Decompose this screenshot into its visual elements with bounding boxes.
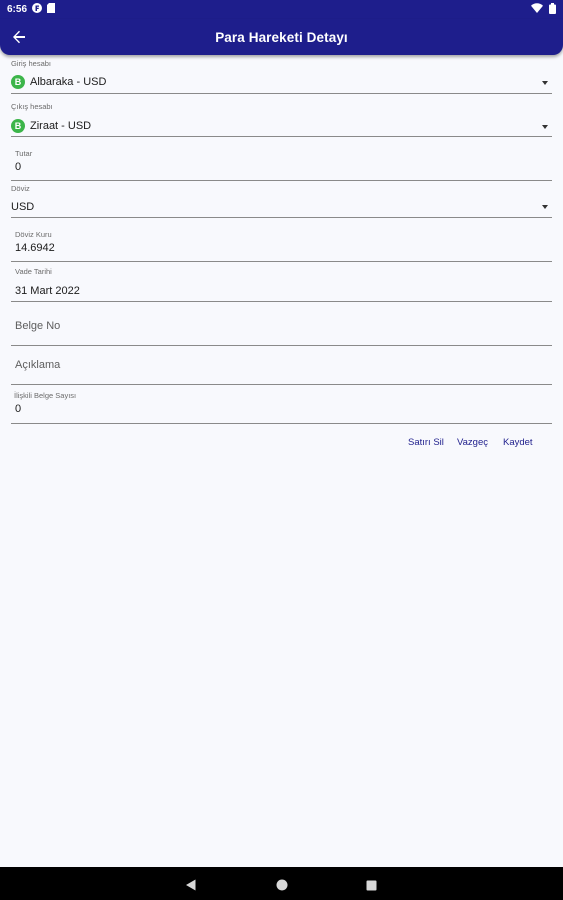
iliskili-belge-sayisi-label: İlişkili Belge Sayısı <box>14 391 77 400</box>
system-nav-bar <box>0 867 563 900</box>
delete-row-button[interactable]: Satırı Sil <box>408 437 444 448</box>
page-title: Para Hareketi Detayı <box>215 29 348 45</box>
cikis-hesabi-select[interactable]: Çıkış hesabı B Ziraat - USD <box>11 102 552 137</box>
home-circle-icon[interactable] <box>276 878 288 896</box>
giris-hesabi-label: Giriş hesabı <box>11 59 52 68</box>
recents-square-icon[interactable] <box>366 878 377 896</box>
save-button[interactable]: Kaydet <box>503 437 533 448</box>
tutar-value: 0 <box>15 161 22 173</box>
back-triangle-icon[interactable] <box>185 878 197 896</box>
iliskili-belge-sayisi-value: 0 <box>15 403 22 415</box>
tutar-field[interactable]: Tutar 0 <box>11 146 552 181</box>
doviz-kuru-value: 14.6942 <box>15 242 55 254</box>
doviz-label: Döviz <box>11 184 30 193</box>
dropdown-caret-icon <box>542 205 548 209</box>
doviz-kuru-label: Döviz Kuru <box>15 230 52 239</box>
dropdown-caret-icon <box>542 81 548 85</box>
bank-badge-icon: B <box>11 75 25 89</box>
bank-badge-icon: B <box>11 119 25 133</box>
arrow-left-icon[interactable] <box>9 27 29 47</box>
aciklama-field[interactable]: Açıklama <box>11 346 552 385</box>
status-bar: 6:56 <box>0 0 563 19</box>
form-actions: Satırı Sil Vazgeç Kaydet <box>0 437 563 451</box>
app-bar: Para Hareketi Detayı <box>0 19 563 55</box>
cikis-hesabi-value: Ziraat - USD <box>30 120 92 132</box>
status-time: 6:56 <box>7 4 28 15</box>
giris-hesabi-value: Albaraka - USD <box>30 76 107 88</box>
doviz-value: USD <box>11 201 35 213</box>
giris-hesabi-select[interactable]: Giriş hesabı B Albaraka - USD <box>11 59 552 94</box>
belge-no-placeholder: Belge No <box>15 320 61 332</box>
vade-tarihi-value: 31 Mart 2022 <box>15 285 80 297</box>
vade-tarihi-label: Vade Tarihi <box>15 267 52 276</box>
cancel-button[interactable]: Vazgeç <box>457 437 488 448</box>
belge-no-field[interactable]: Belge No <box>11 306 552 346</box>
vade-tarihi-field[interactable]: Vade Tarihi 31 Mart 2022 <box>11 265 552 302</box>
battery-icon <box>549 2 556 17</box>
sim-card-icon <box>47 3 56 16</box>
cikis-hesabi-label: Çıkış hesabı <box>11 102 53 111</box>
doviz-kuru-field[interactable]: Döviz Kuru 14.6942 <box>11 228 552 262</box>
aciklama-placeholder: Açıklama <box>15 359 61 371</box>
dropdown-caret-icon <box>542 125 548 129</box>
wifi-icon <box>531 3 543 16</box>
tutar-label: Tutar <box>15 149 33 158</box>
iliskili-belge-sayisi-field[interactable]: İlişkili Belge Sayısı 0 <box>11 390 552 424</box>
notification-f-icon <box>32 3 43 16</box>
doviz-select[interactable]: Döviz USD <box>11 184 552 218</box>
